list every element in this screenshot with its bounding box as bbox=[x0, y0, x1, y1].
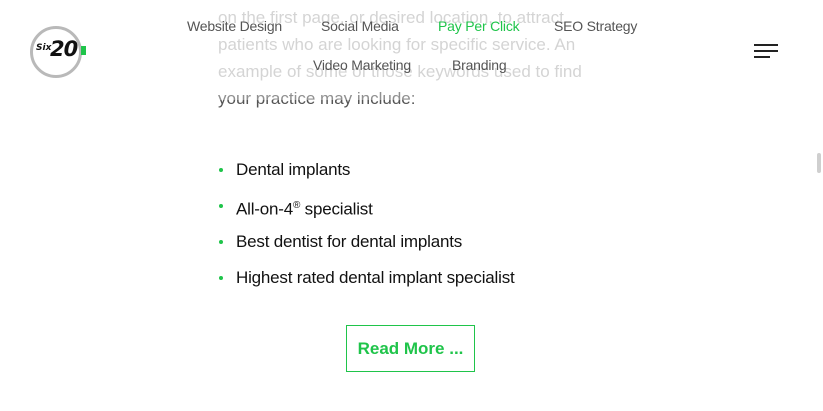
nav-seo-strategy[interactable]: SEO Strategy bbox=[554, 18, 637, 34]
scrollbar-thumb[interactable] bbox=[817, 153, 821, 173]
nav-social-media[interactable]: Social Media bbox=[321, 18, 399, 34]
keyword-list: Dental implants All-on-4® specialist Bes… bbox=[218, 156, 515, 300]
bullet-icon bbox=[219, 168, 223, 172]
nav-pay-per-click[interactable]: Pay Per Click bbox=[438, 18, 520, 34]
list-item: All-on-4® specialist bbox=[218, 192, 515, 228]
nav-website-design[interactable]: Website Design bbox=[187, 18, 282, 34]
read-more-button[interactable]: Read More ... bbox=[346, 325, 475, 372]
bullet-icon bbox=[219, 240, 223, 244]
hamburger-menu-icon[interactable] bbox=[754, 44, 780, 60]
logo-number: 20 bbox=[50, 37, 78, 61]
site-header: Six 20 Website Design Social Media Pay P… bbox=[0, 0, 823, 100]
bullet-icon bbox=[219, 276, 223, 280]
nav-branding[interactable]: Branding bbox=[452, 57, 507, 73]
bullet-icon bbox=[219, 204, 223, 208]
list-item: Best dentist for dental implants bbox=[218, 228, 515, 264]
logo-accent-mark bbox=[81, 46, 86, 55]
site-logo[interactable]: Six 20 bbox=[30, 26, 90, 78]
nav-video-marketing[interactable]: Video Marketing bbox=[313, 57, 411, 73]
list-item: Highest rated dental implant specialist bbox=[218, 264, 515, 300]
list-item: Dental implants bbox=[218, 156, 515, 192]
